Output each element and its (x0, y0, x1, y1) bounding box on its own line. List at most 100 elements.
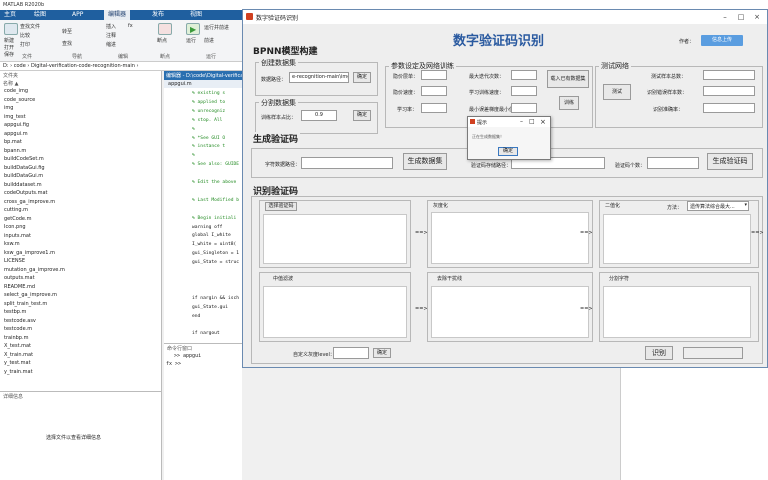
hidden-rate-input[interactable] (421, 86, 447, 96)
code-line[interactable]: gui_Singleton = 1 (192, 251, 239, 256)
file-list-item[interactable]: buildDataGui.m (4, 173, 43, 179)
custom-gray-input[interactable] (333, 347, 369, 359)
insert-button[interactable]: 插入 (106, 23, 116, 30)
file-list-item[interactable]: bpann.m (4, 148, 26, 154)
generate-captcha-button[interactable]: 生成验证码 (707, 153, 753, 170)
indent-button[interactable]: 缩进 (106, 41, 116, 48)
captcha-count-input[interactable] (647, 157, 699, 169)
run-button[interactable]: 运行 (186, 37, 196, 44)
file-list-item[interactable]: y_train.mat (4, 369, 33, 375)
code-line[interactable]: % (192, 153, 195, 158)
find-files-button[interactable]: 查找文件 (20, 23, 40, 30)
file-list-item[interactable]: code_source (4, 97, 35, 103)
code-line[interactable]: % See also: GUIDE (192, 162, 239, 167)
data-path-input[interactable]: e-recognition-main\img\ (289, 72, 349, 83)
find-button[interactable]: 查找 (62, 40, 72, 47)
file-list-item[interactable]: trainbp.m (4, 335, 28, 341)
test-button[interactable]: 测试 (603, 84, 631, 100)
advance-button[interactable]: 前进 (204, 37, 214, 44)
file-list-item[interactable]: getCode.m (4, 216, 31, 222)
run-advance-button[interactable]: 运行并前进 (204, 24, 229, 31)
new-button[interactable]: 新建 (4, 37, 14, 44)
open-button[interactable]: 打开 (4, 44, 14, 51)
code-line[interactable]: % existing s (192, 91, 225, 96)
custom-gray-confirm-button[interactable]: 确定 (373, 348, 391, 358)
code-editor[interactable]: 编辑器 - D:\code\Digital-verification... ap… (164, 71, 242, 343)
code-line[interactable]: gui_State.gui (192, 305, 228, 310)
fx-icon[interactable]: fx (128, 23, 133, 29)
file-list-item[interactable]: appgui.fig (4, 122, 29, 128)
tab-home[interactable]: 主页 (0, 10, 20, 20)
chevron-down-icon[interactable]: ▾ (744, 202, 747, 208)
dialog-close-icon[interactable]: × (540, 118, 546, 126)
address-path[interactable]: D: › code › Digital-verification-code-re… (3, 63, 139, 69)
method-value[interactable]: 遗传算法综合最大... (690, 204, 735, 210)
code-line[interactable]: % Edit the above (192, 180, 236, 185)
tab-plots[interactable]: 绘图 (30, 10, 50, 20)
breakpoint-icon[interactable] (158, 23, 172, 35)
dialog-maximize-icon[interactable]: □ (529, 118, 535, 125)
file-list-item[interactable]: buildCodeSet.m (4, 156, 44, 162)
editor-tab[interactable]: 编辑器 - D:\code\Digital-verification... (164, 71, 242, 80)
maximize-icon[interactable]: □ (733, 10, 749, 24)
code-line[interactable]: if nargin && isch (192, 296, 239, 301)
file-list-item[interactable]: code_img (4, 88, 28, 94)
max-iter-input[interactable] (511, 70, 537, 80)
file-list-item[interactable]: outputs.mat (4, 275, 35, 281)
select-captcha-button[interactable]: 选择验证码 (265, 202, 297, 211)
load-dataset-button[interactable]: 载入已有数据集 (547, 70, 589, 88)
code-line[interactable]: if nargout (192, 331, 220, 336)
file-list-item[interactable]: img (4, 105, 13, 111)
minimize-icon[interactable]: – (717, 10, 733, 24)
tab-editor[interactable]: 编辑器 (104, 10, 131, 20)
new-icon[interactable] (4, 23, 18, 35)
generate-dataset-button[interactable]: 生成数据集 (403, 153, 447, 170)
file-list-item[interactable]: split_train_test.m (4, 301, 47, 307)
file-list-item[interactable]: bp.mat (4, 139, 22, 145)
recognize-button[interactable]: 识别 (645, 346, 673, 360)
file-list-item[interactable]: cutting.m (4, 207, 28, 213)
current-folder-address[interactable]: D: › code › Digital-verification-code-re… (0, 62, 242, 71)
file-list-item[interactable]: testbp.m (4, 309, 26, 315)
print-button[interactable]: 打印 (20, 41, 30, 48)
file-list-item[interactable]: X_train.mat (4, 352, 33, 358)
editor-file-name[interactable]: appgui.m (168, 81, 192, 87)
command-window[interactable]: 命令行窗口 >> appgui fx >> (164, 343, 242, 480)
code-line[interactable]: end (192, 314, 200, 319)
file-list-item[interactable]: X_test.mat (4, 343, 31, 349)
code-line[interactable]: % applied to (192, 100, 225, 105)
file-list-item[interactable]: testcode.asv (4, 318, 36, 324)
file-list-item[interactable]: appgui.m (4, 131, 28, 137)
tab-view[interactable]: 视图 (186, 10, 206, 20)
run-icon[interactable]: ▶ (186, 23, 200, 35)
split-confirm-button[interactable]: 确定 (353, 110, 371, 121)
code-line[interactable]: I_white = uint8( (192, 242, 236, 247)
min-error-input[interactable] (511, 103, 537, 113)
file-list-item[interactable]: testcode.m (4, 326, 32, 332)
hidden-layers-input[interactable] (421, 70, 447, 80)
tab-apps[interactable]: APP (68, 10, 87, 20)
code-line[interactable]: warning off (192, 225, 222, 230)
code-line[interactable]: % Begin initiali (192, 216, 236, 221)
file-list-item[interactable]: ksw.m (4, 241, 20, 247)
train-ratio-input[interactable]: 0.9 (301, 110, 337, 121)
goto-button[interactable]: 转至 (62, 28, 72, 35)
file-list-item[interactable]: ksw_ga_improve1.m (4, 250, 55, 256)
code-line[interactable]: % unrecogniz (192, 109, 225, 114)
dialog-ok-button[interactable]: 确定 (498, 147, 518, 156)
method-select[interactable]: 遗传算法综合最大... ▾ (687, 201, 749, 211)
editor-file-tab[interactable]: appgui.m (164, 80, 242, 88)
data-path-confirm-button[interactable]: 确定 (353, 72, 371, 83)
char-data-path-input[interactable] (301, 157, 393, 169)
code-line[interactable]: gui_State = struc (192, 260, 239, 265)
name-column-header[interactable]: 名称 ▲ (3, 80, 18, 87)
file-list-item[interactable]: LICENSE (4, 258, 25, 264)
file-list-item[interactable]: Icon.png (4, 224, 26, 230)
dialog-minimize-icon[interactable]: – (520, 118, 523, 125)
close-icon[interactable]: × (749, 10, 765, 24)
file-list-item[interactable]: cross_ga_improve.m (4, 199, 55, 205)
file-list-item[interactable]: img_test (4, 114, 26, 120)
breakpoint-button[interactable]: 断点 (157, 37, 167, 44)
file-list-item[interactable]: select_ga_improve.m (4, 292, 57, 298)
learn-rate-input[interactable] (421, 103, 447, 113)
